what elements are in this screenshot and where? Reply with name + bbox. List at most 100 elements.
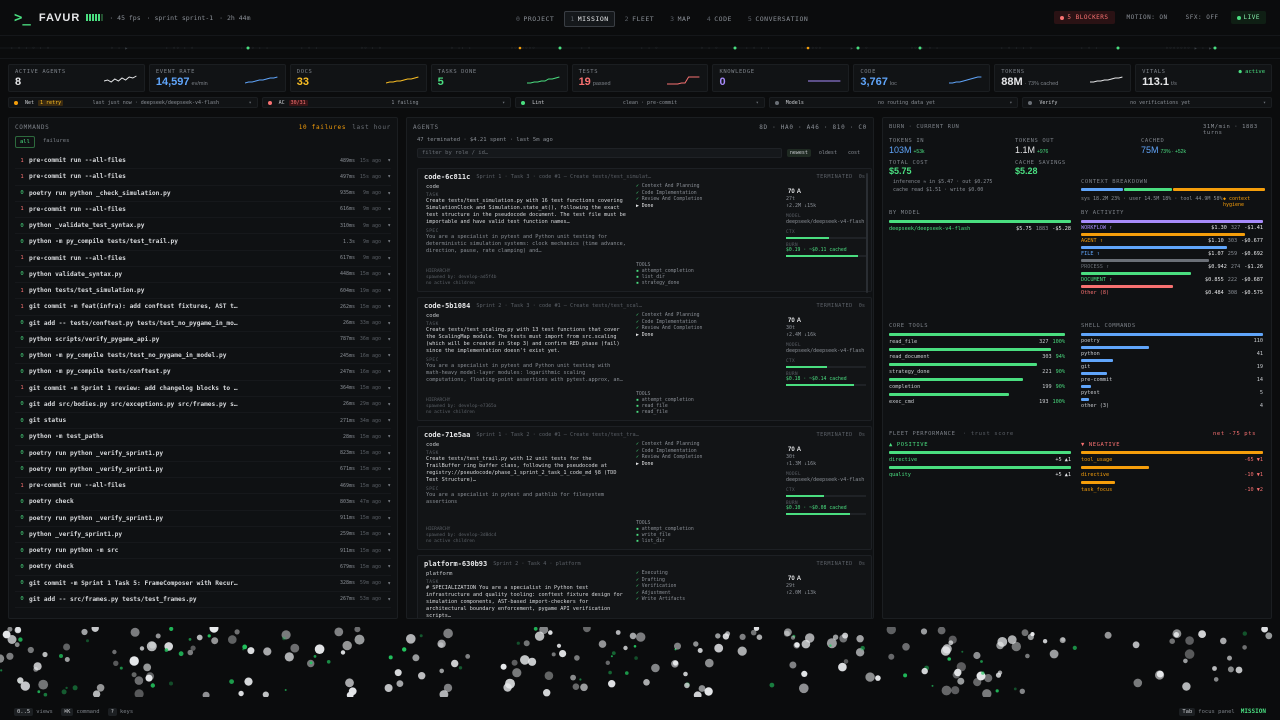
command-row[interactable]: 1 git commit -m feat(infra): add conftest… [15, 299, 391, 316]
expand-chevron-icon[interactable]: ▾ [381, 531, 391, 538]
activity-row[interactable]: FILE ↑ $1.07 259 -$0.692 [1081, 251, 1263, 257]
expand-chevron-icon[interactable]: ▾ [381, 206, 391, 213]
shell-row[interactable]: pytest 5 [1081, 390, 1263, 396]
tab-fleet[interactable]: 2 FLEET [619, 11, 661, 27]
chevron-down-icon[interactable]: ▾ [1009, 100, 1012, 106]
status-net[interactable]: Net 1 retry last just now · deepseek/deeps… [8, 97, 258, 108]
expand-chevron-icon[interactable]: ▾ [381, 482, 391, 489]
activity-row[interactable]: PROCESS ↑ $0.942 274 -$1.26 [1081, 264, 1263, 270]
core-tool-row[interactable]: exec_cmd 193 100% [889, 399, 1065, 405]
sort-cost-button[interactable]: cost [845, 149, 863, 157]
activity-timeline[interactable]: · ◦ · ◦ · ◦ ◦ · ▸ · ◦◦ · ◦ · ◦◦ · · · ◦ · ◦◦… [0, 37, 1280, 59]
close-icon[interactable]: 0s [859, 303, 865, 309]
command-row[interactable]: 1 pre-commit run --all-files 617ms 9m ago ▾ [15, 251, 391, 267]
command-hint[interactable]: ⌘K command [60, 707, 100, 716]
expand-chevron-icon[interactable]: ▾ [381, 173, 391, 180]
expand-chevron-icon[interactable]: ▾ [381, 596, 391, 603]
expand-chevron-icon[interactable]: ▾ [381, 303, 391, 310]
close-icon[interactable]: 0s [859, 432, 865, 438]
command-row[interactable]: 0 git add -- src/frames.py tests/test_fra… [15, 592, 391, 608]
negative-row[interactable]: task_focus -10 ▼2 [1081, 487, 1263, 493]
tab-conversation[interactable]: 5 CONVERSATION [742, 11, 814, 27]
agent-card[interactable]: code-71e5aa Sprint 1 · Task 2 · code #1 —… [417, 426, 872, 550]
positive-row[interactable]: quality +5 ▲1 [889, 472, 1071, 478]
command-row[interactable]: 0 python -m py_compile tests/test_trail.p… [15, 234, 391, 251]
blockers-badge[interactable]: 5 BLOCKERS [1054, 11, 1115, 24]
command-row[interactable]: 0 poetry check 803ms 47m ago ▾ [15, 494, 391, 511]
core-tool-row[interactable]: strategy_done 221 90% [889, 369, 1065, 375]
command-row[interactable]: 0 poetry run python _check_simulation.py 9… [15, 186, 391, 202]
expand-chevron-icon[interactable]: ▾ [381, 450, 391, 457]
status-verify[interactable]: Verify no verifications yet ▾ [1022, 97, 1272, 108]
command-row[interactable]: 0 poetry run python _verify_sprint1.py 671… [15, 462, 391, 478]
agents-scrollbar[interactable] [866, 173, 868, 293]
chevron-down-icon[interactable]: ▾ [249, 100, 252, 106]
command-row[interactable]: 1 pre-commit run --all-files 497ms 15s ago ▾ [15, 169, 391, 186]
expand-chevron-icon[interactable]: ▾ [381, 352, 391, 359]
expand-chevron-icon[interactable]: ▾ [381, 547, 391, 554]
activity-row[interactable]: Other (8) $0.484 308 -$0.575 [1081, 290, 1263, 296]
expand-chevron-icon[interactable]: ▾ [381, 498, 391, 505]
command-row[interactable]: 1 pre-commit run --all-files 616ms 9m ago ▾ [15, 202, 391, 218]
command-row[interactable]: 0 git add -- tests/conftest.py tests/test… [15, 316, 391, 332]
close-icon[interactable]: 0s [859, 561, 865, 567]
expand-chevron-icon[interactable]: ▾ [381, 580, 391, 587]
agent-card[interactable]: code-6c811c Sprint 1 · Task 3 · code #1 —… [417, 168, 872, 292]
command-row[interactable]: 0 poetry run python _verify_sprint1.py 823… [15, 446, 391, 462]
status-ac[interactable]: AC 30/31 1 failing ▾ [261, 97, 512, 108]
core-tool-row[interactable]: read_document 303 94% [889, 354, 1065, 360]
command-row[interactable]: 0 python _verify_sprint1.py 259ms 15m ago ▾ [15, 527, 391, 543]
shell-row[interactable]: git 19 [1081, 364, 1263, 370]
command-row[interactable]: 0 git commit -m Sprint 1 Task 5: FrameCom… [15, 576, 391, 592]
expand-chevron-icon[interactable]: ▾ [381, 368, 391, 375]
filter-failures-button[interactable]: failures [39, 136, 74, 148]
expand-chevron-icon[interactable]: ▾ [381, 466, 391, 473]
negative-row[interactable]: tool_usage -65 ▼1 [1081, 457, 1263, 463]
command-row[interactable]: 0 python -m test_paths 28ms 15m ago ▾ [15, 429, 391, 446]
chevron-down-icon[interactable]: ▾ [756, 100, 759, 106]
expand-chevron-icon[interactable]: ▾ [381, 287, 391, 294]
shell-row[interactable]: other (3) 4 [1081, 403, 1263, 409]
keys-hint[interactable]: ? keys [107, 707, 133, 716]
expand-chevron-icon[interactable]: ▾ [381, 271, 391, 278]
core-tool-row[interactable]: completion 199 90% [889, 384, 1065, 390]
sort-oldest-button[interactable]: oldest [816, 149, 840, 157]
core-tool-row[interactable]: read_file 327 100% [889, 339, 1065, 345]
command-row[interactable]: 0 git add src/bodies.py src/exceptions.py… [15, 397, 391, 413]
motion-toggle[interactable]: MOTION: ON [1121, 11, 1174, 24]
expand-chevron-icon[interactable]: ▾ [381, 190, 391, 197]
command-row[interactable]: 0 python scripts/verify_pygame_api.py 787m… [15, 332, 391, 348]
command-row[interactable]: 0 poetry check 679ms 15m ago ▾ [15, 559, 391, 576]
context-hygiene-badge[interactable]: ◆ context hygiene [1223, 196, 1271, 208]
command-row[interactable]: 0 python _validate_test_syntax.py 310ms 9m … [15, 218, 391, 235]
command-row[interactable]: 1 pre-commit run --all-files 469ms 15m ago ▾ [15, 478, 391, 495]
agent-filter-input[interactable]: filter by role / id… [417, 148, 782, 158]
shell-row[interactable]: pre-commit 14 [1081, 377, 1263, 383]
filter-all-button[interactable]: all [15, 136, 35, 148]
positive-row[interactable]: directive +5 ▲1 [889, 457, 1071, 463]
expand-chevron-icon[interactable]: ▾ [381, 515, 391, 522]
sort-newest-button[interactable]: newest [786, 149, 811, 157]
expand-chevron-icon[interactable]: ▾ [381, 385, 391, 392]
command-row[interactable]: 0 poetry run python _verify_sprint1.py 911… [15, 511, 391, 527]
tab-project[interactable]: 0 PROJECT [510, 11, 560, 27]
negative-row[interactable]: directive -10 ▼1 [1081, 472, 1263, 478]
tab-mission[interactable]: 1 MISSION [564, 11, 615, 27]
activity-row[interactable]: DOCUMENT ↑ $0.855 222 -$0.687 [1081, 277, 1263, 283]
command-row[interactable]: 0 git status 271ms 34m ago ▾ [15, 413, 391, 430]
expand-chevron-icon[interactable]: ▾ [381, 222, 391, 229]
expand-chevron-icon[interactable]: ▾ [381, 255, 391, 262]
expand-chevron-icon[interactable]: ▾ [381, 238, 391, 245]
activity-row[interactable]: WORKFLOW ↑ $1.30 327 -$1.41 [1081, 225, 1263, 231]
command-row[interactable]: 1 pre-commit run --all-files 489ms 15s ago ▾ [15, 153, 391, 170]
chevron-down-icon[interactable]: ▾ [1263, 100, 1266, 106]
command-row[interactable]: 0 python -m py_compile tests/test_no_pyga… [15, 348, 391, 365]
tab-code[interactable]: 4 CODE [701, 11, 738, 27]
expand-chevron-icon[interactable]: ▾ [381, 336, 391, 343]
expand-chevron-icon[interactable]: ▾ [381, 157, 391, 164]
sfx-toggle[interactable]: SFX: OFF [1180, 11, 1225, 24]
shell-row[interactable]: poetry 110 [1081, 338, 1263, 344]
close-icon[interactable]: 0s [859, 174, 865, 180]
expand-chevron-icon[interactable]: ▾ [381, 417, 391, 424]
command-row[interactable]: 1 git commit -m Sprint 1 review: add chan… [15, 381, 391, 397]
